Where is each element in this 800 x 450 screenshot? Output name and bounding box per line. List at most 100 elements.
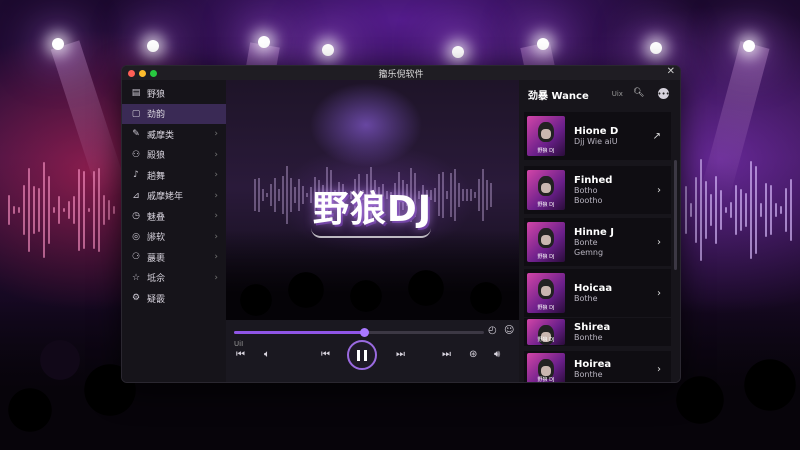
track-artist: Botho: [574, 185, 598, 195]
chevron-right-icon[interactable]: ›: [657, 237, 661, 248]
wave-bar: [13, 206, 15, 214]
wave-bar: [28, 167, 30, 253]
wave-bar: [705, 181, 707, 239]
speaker-icon[interactable]: 🔊︎: [494, 349, 500, 360]
wave-bar: [38, 187, 40, 233]
sidebar-item-label: 臧摩类: [147, 130, 175, 141]
shuffle-icon[interactable]: ⊛: [469, 349, 477, 360]
sidebar-item-label: 趟舞: [147, 171, 166, 182]
sidebar-item-label: 戚摩姥年: [147, 192, 184, 203]
sidebar-item[interactable]: ⚇ 殿狼 ›: [122, 145, 226, 166]
wave-bar: [108, 200, 110, 220]
chevron-right-icon[interactable]: ›: [657, 364, 661, 375]
album-icon: ▤: [131, 88, 141, 99]
chevron-right-icon: ›: [214, 170, 218, 181]
sidebar-item-label: 蕞裹: [147, 253, 166, 264]
chevron-right-icon: ›: [214, 190, 218, 201]
wave-bar: [23, 184, 25, 236]
timer-icon[interactable]: ◴: [488, 325, 497, 336]
disc-icon: ◎: [132, 231, 140, 242]
art-crowd: [226, 230, 519, 320]
track-thumbnail: 野狼 DJ: [527, 222, 565, 262]
wave-bar: [730, 201, 732, 219]
wave-bar: [53, 207, 55, 213]
track-row[interactable]: 野狼 DJ Shirea Bonthe: [524, 318, 671, 346]
panel-tag[interactable]: Uix: [612, 90, 623, 98]
wave-bar: [685, 186, 687, 234]
progress-handle[interactable]: [360, 328, 369, 337]
sidebar-item[interactable]: ◎ 謻软 ›: [122, 227, 226, 248]
track-row[interactable]: 野狼 DJ Hinne J Bonte Gemng ›: [524, 218, 671, 266]
track-text: Shirea Bonthe: [574, 322, 610, 343]
sidebar-item-label: 謻软: [147, 233, 166, 244]
track-thumbnail: 野狼 DJ: [527, 116, 565, 156]
title-bar: 籀乐倪软件 ✕: [122, 66, 680, 80]
track-row[interactable]: 野狼 DJ Finhed Botho Bootho ›: [524, 166, 671, 214]
wave-bar: [710, 194, 712, 226]
previous-icon[interactable]: ⏮: [321, 349, 330, 360]
emoji-icon[interactable]: ☺: [504, 325, 514, 336]
more-icon[interactable]: •••: [657, 88, 670, 99]
volume-icon[interactable]: 🔈︎: [264, 349, 270, 360]
pause-button[interactable]: [347, 340, 377, 370]
sound-wave-left: [8, 150, 115, 270]
sidebar-item[interactable]: ✎ 臧摩类 ›: [122, 124, 226, 145]
track-text: Hoirea Bonthe: [574, 359, 611, 380]
sidebar-item[interactable]: ♪ 趟舞 ›: [122, 165, 226, 186]
panel-title: 劲暴 Wance: [528, 90, 589, 102]
wave-bar: [715, 175, 717, 245]
wave-bar: [785, 187, 787, 233]
pen-icon: ✎: [132, 129, 140, 140]
clock-icon: ◷: [132, 211, 140, 222]
track-row[interactable]: 野狼 DJ Hione D Djj Wie aiU ↗: [524, 112, 671, 160]
sidebar-item[interactable]: ⚆ 蕞裹 ›: [122, 247, 226, 268]
wave-bar: [700, 158, 702, 262]
sidebar-item[interactable]: ▤ 野狼: [122, 83, 226, 104]
close-icon[interactable]: ✕: [667, 66, 675, 77]
wave-bar: [780, 205, 782, 215]
track-artist: Bonte: [574, 237, 598, 247]
sidebar-item[interactable]: ▢ 劲韵: [122, 103, 226, 124]
thumbnail-caption: 野狼 DJ: [537, 337, 555, 343]
track-row[interactable]: 野狼 DJ Hoicaa Bothe ›: [524, 269, 671, 317]
track-row[interactable]: 野狼 DJ Hoirea Bonthe ›: [524, 351, 671, 383]
wave-bar: [745, 193, 747, 227]
progress-fill: [234, 331, 364, 334]
microphone-icon: ♪: [133, 170, 139, 181]
thumbnail-caption: 野狼 DJ: [537, 202, 555, 208]
sidebar-item[interactable]: ⊿ 戚摩姥年 ›: [122, 186, 226, 207]
thumbnail-caption: 野狼 DJ: [537, 377, 555, 383]
chevron-right-icon[interactable]: ›: [657, 288, 661, 299]
sidebar-item[interactable]: ⚙ 疑霰: [122, 288, 226, 309]
sidebar-item-label: 疑霰: [147, 294, 166, 305]
wave-bar: [720, 189, 722, 231]
scrollbar[interactable]: [674, 160, 677, 270]
stage-light: [52, 38, 64, 50]
time-label: UiI: [234, 340, 244, 348]
track-thumbnail: 野狼 DJ: [527, 273, 565, 313]
stage-light: [650, 42, 662, 54]
wave-bar: [33, 185, 35, 235]
settings-icon: ⚙: [131, 293, 141, 304]
stage-light: [322, 44, 334, 56]
search-icon[interactable]: 🔍︎: [633, 88, 644, 98]
dj-portrait: [538, 122, 554, 142]
wave-bar: [775, 203, 777, 217]
wave-bar: [88, 207, 90, 213]
sidebar-item[interactable]: ◷ 魅叠 ›: [122, 206, 226, 227]
next-icon[interactable]: ⏭: [396, 349, 405, 360]
track-text: Hoicaa Bothe: [574, 283, 612, 304]
art-title: 野狼DJ: [312, 189, 433, 230]
track-artist: Bothe: [574, 293, 598, 303]
progress-bar[interactable]: [234, 328, 484, 337]
chevron-right-icon[interactable]: ›: [657, 185, 661, 196]
stage-light: [537, 38, 549, 50]
skip-end-icon[interactable]: ⏭: [442, 349, 451, 360]
share-icon[interactable]: ↗: [653, 131, 661, 142]
track-name: Hione D: [574, 125, 619, 137]
chevron-right-icon: ›: [214, 231, 218, 242]
album-art: 野狼DJ: [226, 80, 519, 320]
wave-bar: [690, 202, 692, 218]
sidebar-item[interactable]: ☆ 坻佘 ›: [122, 268, 226, 289]
skip-start-icon[interactable]: ⏮: [236, 349, 245, 360]
